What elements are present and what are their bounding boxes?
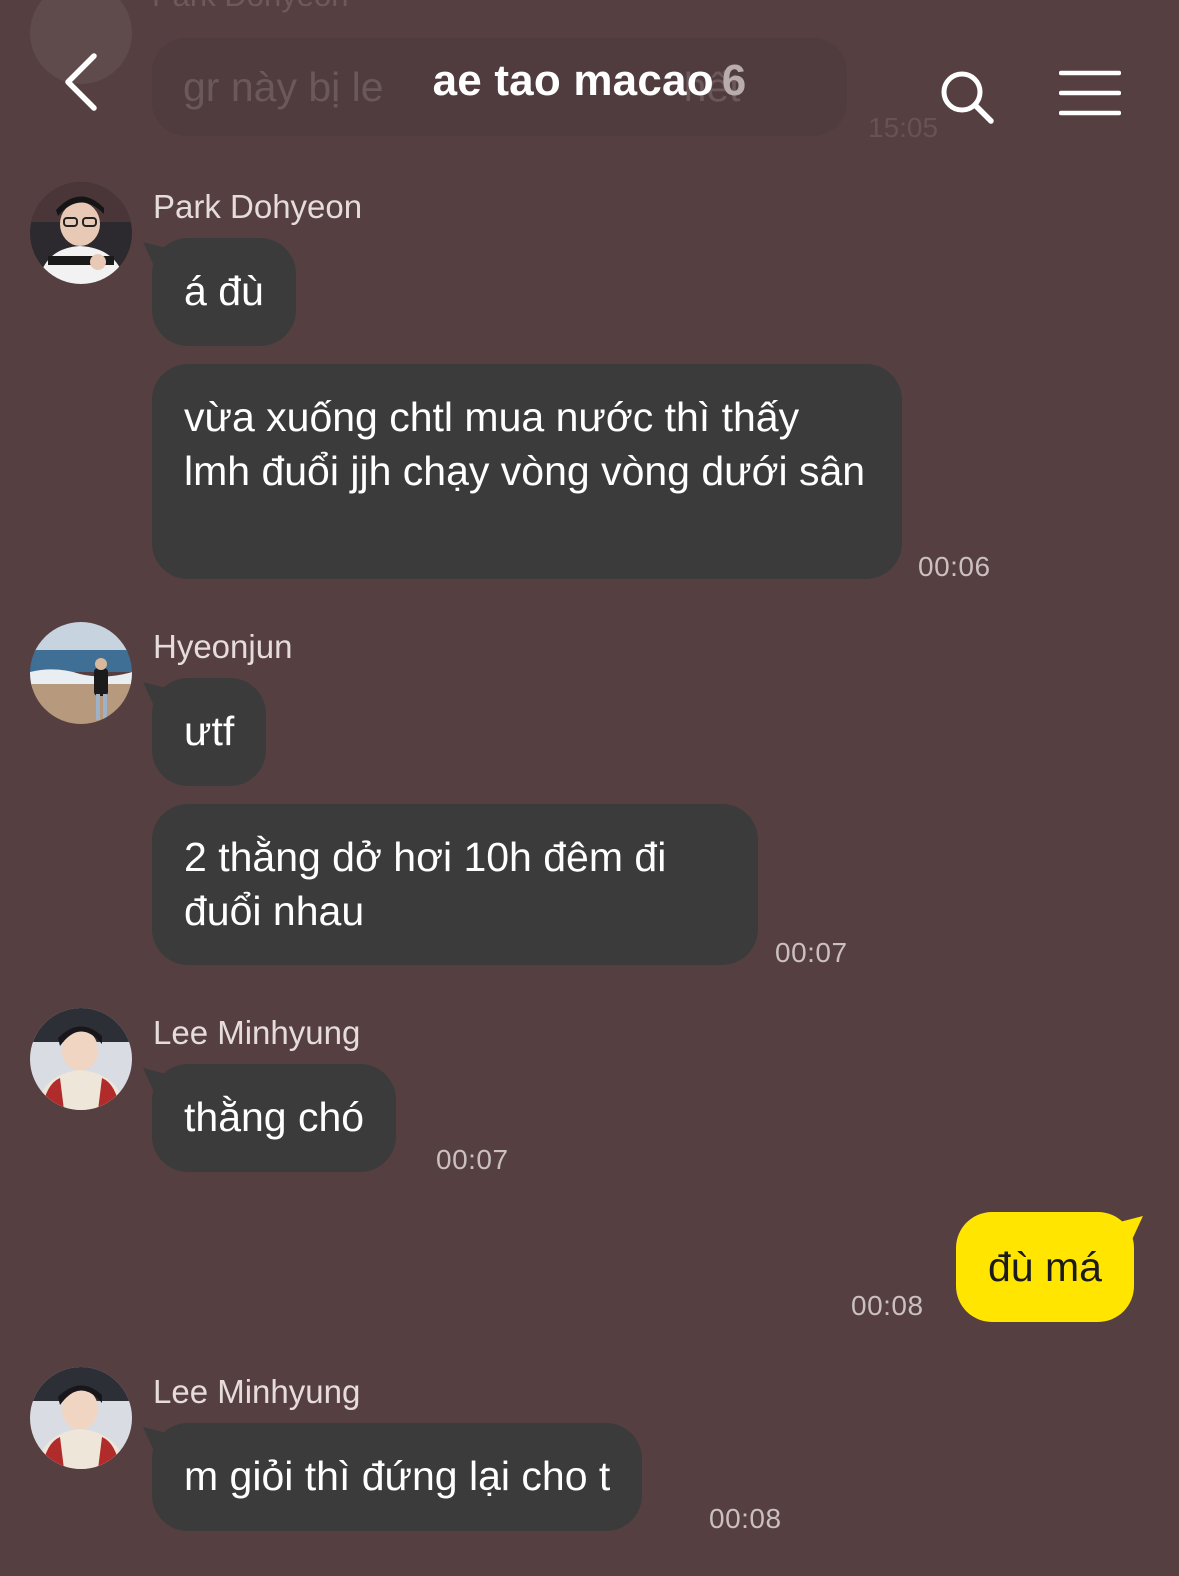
- sender-name: Park Dohyeon: [153, 188, 363, 225]
- avatar[interactable]: [30, 182, 132, 284]
- message-text: đù má: [988, 1244, 1102, 1290]
- sender-name: Lee Minhyung: [153, 1373, 361, 1410]
- message-time: 00:07: [436, 1144, 509, 1175]
- message-time: 00:08: [851, 1290, 924, 1321]
- person-portrait-icon: [30, 182, 132, 284]
- search-button[interactable]: [930, 60, 1004, 134]
- message-time: 00:07: [775, 937, 848, 968]
- search-icon: [941, 71, 994, 124]
- sender-name: Lee Minhyung: [153, 1014, 361, 1051]
- message-text: vừa xuống chtl mua nước thì thấy lmh đuổ…: [184, 394, 866, 494]
- message-bubble[interactable]: ưtf: [152, 678, 267, 786]
- message-text: á đù: [184, 268, 264, 314]
- member-count: 6: [721, 56, 747, 105]
- sender-name: Hyeonjun: [153, 628, 293, 665]
- message-text: thằng chó: [184, 1094, 365, 1140]
- message-bubble[interactable]: thằng chó: [152, 1064, 397, 1172]
- message-bubble[interactable]: 2 thằng dở hơi 10h đêm đi đuổi nhau: [152, 804, 758, 965]
- avatar[interactable]: [30, 622, 132, 724]
- avatar[interactable]: [30, 1367, 132, 1469]
- hamburger-menu-icon: [1059, 70, 1121, 116]
- message-bubble[interactable]: vừa xuống chtl mua nước thì thấy lmh đuổ…: [152, 364, 902, 579]
- message-text: 2 thằng dở hơi 10h đêm đi đuổi nhau: [184, 834, 667, 934]
- message-text: ưtf: [184, 708, 235, 754]
- chat-header: ae tao macao 6: [0, 0, 1179, 150]
- chat-room-name: ae tao macao: [432, 56, 714, 105]
- message-bubble[interactable]: á đù: [152, 238, 296, 346]
- my-message-bubble[interactable]: đù má: [956, 1212, 1134, 1322]
- chat-screen: Park Dohyeon gr này bị lehết 15:05 ae ta…: [0, 0, 1179, 1576]
- menu-button[interactable]: [1052, 60, 1128, 126]
- beach-photo-icon: [30, 622, 132, 724]
- person-portrait-icon: [30, 1008, 132, 1110]
- message-text: m giỏi thì đứng lại cho t: [184, 1453, 611, 1499]
- message-time: 00:08: [709, 1503, 782, 1534]
- message-bubble[interactable]: m giỏi thì đứng lại cho t: [152, 1423, 643, 1531]
- person-portrait-icon: [30, 1367, 132, 1469]
- avatar[interactable]: [30, 1008, 132, 1110]
- message-time: 00:06: [918, 551, 991, 582]
